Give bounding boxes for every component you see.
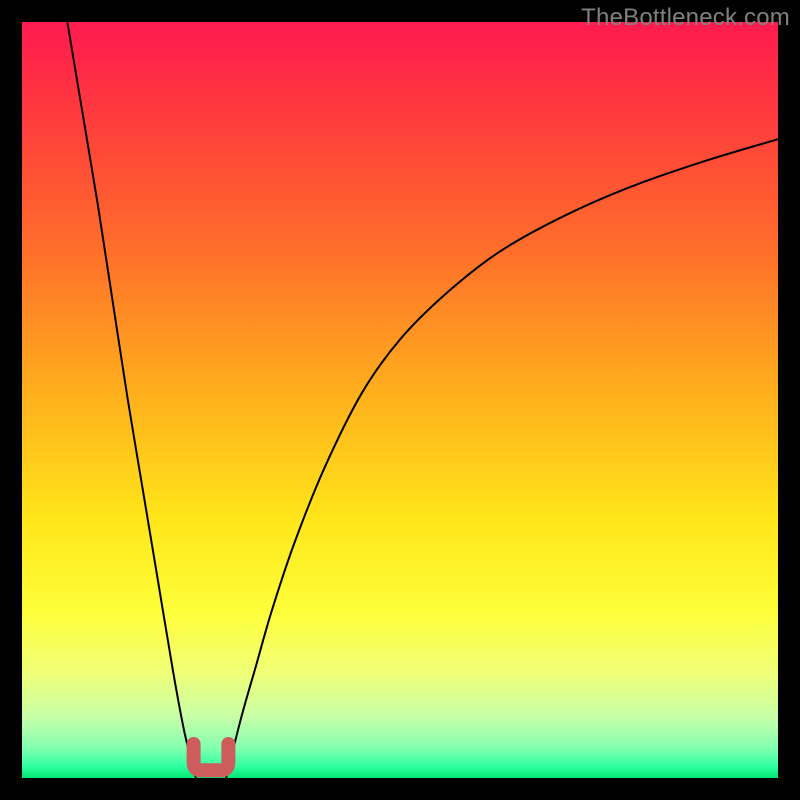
bottleneck-chart: [22, 22, 778, 778]
gradient-background: [22, 22, 778, 778]
chart-frame: TheBottleneck.com: [0, 0, 800, 800]
plot-area: [22, 22, 778, 778]
watermark-text: TheBottleneck.com: [581, 4, 790, 32]
